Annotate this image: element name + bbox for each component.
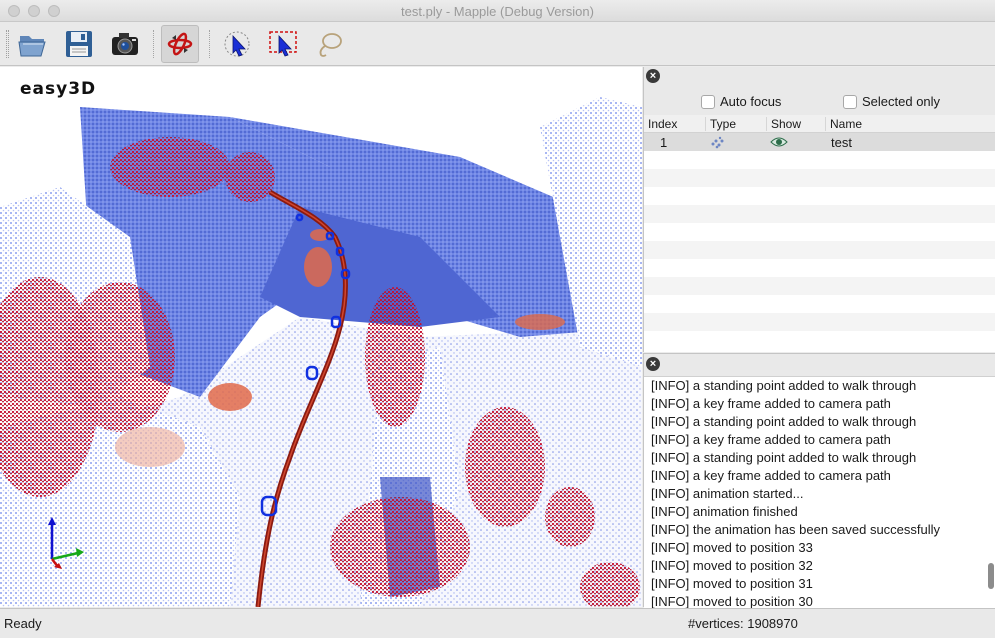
table-row-empty bbox=[644, 259, 995, 277]
lasso-icon bbox=[319, 33, 342, 57]
table-row-empty bbox=[644, 331, 995, 349]
selected-only-checkbox[interactable] bbox=[843, 94, 857, 109]
table-row-empty bbox=[644, 187, 995, 205]
table-row[interactable]: 1 test bbox=[644, 133, 995, 151]
column-name[interactable]: Name bbox=[825, 117, 995, 131]
column-show[interactable]: Show bbox=[766, 117, 801, 131]
selected-only-option[interactable]: Selected only bbox=[843, 94, 940, 109]
toolbar-grip[interactable] bbox=[6, 30, 9, 58]
close-models-panel-button[interactable]: × bbox=[646, 69, 660, 83]
log-line: [INFO] moved to position 33 bbox=[651, 540, 813, 555]
vertex-count: #vertices: 1908970 bbox=[688, 616, 798, 631]
table-row-empty bbox=[644, 295, 995, 313]
log-line: [INFO] the animation has been saved succ… bbox=[651, 522, 941, 537]
3d-viewer[interactable]: easy3D bbox=[0, 67, 642, 607]
select-click-icon bbox=[224, 31, 250, 57]
rotate-3d-icon bbox=[167, 32, 193, 56]
log-line: [INFO] a standing point added to walk th… bbox=[651, 450, 917, 465]
models-panel: × Auto focus Selected only Index Type Sh… bbox=[643, 67, 995, 352]
status-text: Ready bbox=[4, 616, 42, 631]
toolbar-separator bbox=[209, 30, 210, 58]
log-line: [INFO] a key frame added to camera path bbox=[651, 432, 891, 447]
select-rect-button[interactable] bbox=[264, 25, 302, 63]
save-button[interactable] bbox=[60, 25, 98, 63]
floppy-disk-icon bbox=[66, 31, 92, 57]
auto-focus-checkbox[interactable] bbox=[701, 94, 715, 109]
status-bar: Ready #vertices: 1908970 bbox=[0, 608, 995, 638]
title-bar: test.ply - Mapple (Debug Version) bbox=[0, 0, 995, 22]
table-row-empty bbox=[644, 277, 995, 295]
toolbar-separator bbox=[153, 30, 154, 58]
log-line: [INFO] a key frame added to camera path bbox=[651, 396, 891, 411]
table-row-empty bbox=[644, 169, 995, 187]
easy3d-logo: easy3D bbox=[20, 79, 97, 99]
log-line: [INFO] a standing point added to walk th… bbox=[651, 414, 917, 429]
auto-focus-label: Auto focus bbox=[720, 94, 782, 109]
models-table[interactable]: Index Type Show Name 1 test bbox=[644, 115, 995, 352]
log-scrollbar[interactable] bbox=[988, 563, 994, 589]
toolbar bbox=[0, 22, 995, 66]
snapshot-button[interactable] bbox=[106, 25, 144, 63]
table-row-empty bbox=[644, 151, 995, 169]
point-cloud-render[interactable] bbox=[0, 67, 642, 607]
column-type[interactable]: Type bbox=[705, 117, 736, 131]
folder-open-icon bbox=[18, 36, 46, 57]
log-line: [INFO] animation started... bbox=[651, 486, 804, 501]
row-name: test bbox=[831, 135, 852, 150]
log-line: [INFO] moved to position 32 bbox=[651, 558, 813, 573]
auto-focus-option[interactable]: Auto focus bbox=[701, 94, 781, 109]
open-button[interactable] bbox=[14, 25, 52, 63]
log-line: [INFO] a standing point added to walk th… bbox=[651, 378, 917, 393]
log-output[interactable]: [INFO] a standing point added to walk th… bbox=[644, 376, 995, 608]
window-title: test.ply - Mapple (Debug Version) bbox=[401, 4, 594, 19]
axes-icon bbox=[48, 517, 84, 569]
log-line: [INFO] a key frame added to camera path bbox=[651, 468, 891, 483]
close-log-panel-button[interactable]: × bbox=[646, 357, 660, 371]
model-options: Auto focus Selected only bbox=[644, 91, 995, 115]
log-panel: × [INFO] a standing point added to walk … bbox=[643, 353, 995, 608]
row-index: 1 bbox=[660, 135, 668, 150]
column-index[interactable]: Index bbox=[644, 117, 677, 131]
log-line: [INFO] animation finished bbox=[651, 504, 798, 519]
camera-icon bbox=[112, 33, 138, 55]
table-row-empty bbox=[644, 205, 995, 223]
table-row-empty bbox=[644, 313, 995, 331]
log-line: [INFO] moved to position 30 bbox=[651, 594, 813, 608]
selected-only-label: Selected only bbox=[862, 94, 941, 109]
table-row-empty bbox=[644, 241, 995, 259]
select-rect-icon bbox=[269, 31, 297, 57]
select-click-button[interactable] bbox=[218, 25, 256, 63]
table-row-empty bbox=[644, 223, 995, 241]
rotate-button[interactable] bbox=[161, 25, 199, 63]
eye-icon[interactable] bbox=[770, 136, 788, 151]
log-line: [INFO] moved to position 31 bbox=[651, 576, 813, 591]
models-table-header: Index Type Show Name bbox=[644, 115, 995, 133]
select-lasso-button[interactable] bbox=[310, 25, 348, 63]
